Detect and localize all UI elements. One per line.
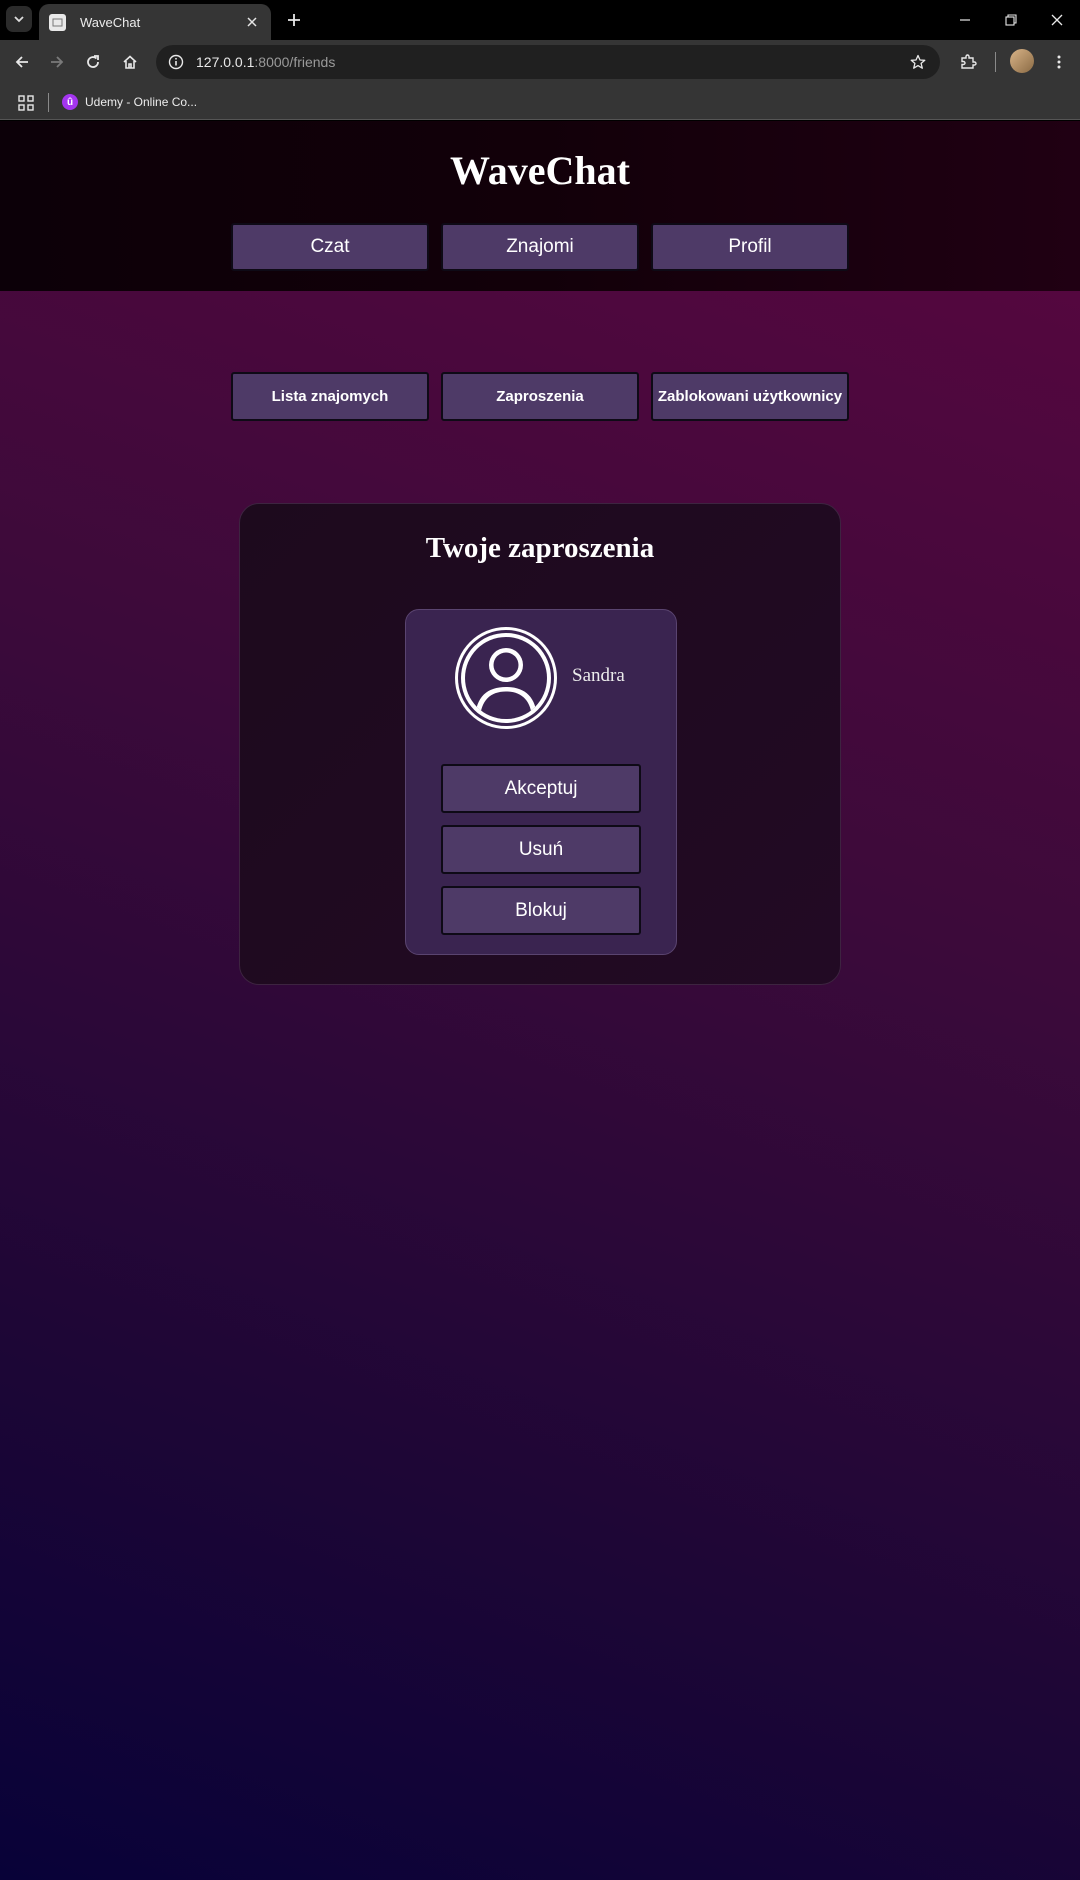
bookmarks-bar: û Udemy - Online Co... <box>0 85 1080 120</box>
invite-actions: Akceptuj Usuń Blokuj <box>441 764 641 935</box>
friends-sub-nav: Lista znajomych Zaproszenia Zablokowani … <box>231 372 849 421</box>
page-favicon-icon <box>49 13 66 31</box>
reload-icon[interactable] <box>80 49 106 75</box>
profile-avatar[interactable] <box>1010 49 1034 73</box>
bookmark-star-icon[interactable] <box>906 50 930 74</box>
restore-icon[interactable] <box>998 8 1024 32</box>
close-tab-icon[interactable] <box>243 13 261 31</box>
minimize-icon[interactable] <box>952 8 978 32</box>
accept-button[interactable]: Akceptuj <box>441 764 641 813</box>
browser-toolbar: 127.0.0.1:8000/friends <box>0 40 1080 85</box>
main-nav: Czat Znajomi Profil <box>231 223 849 271</box>
tab-friends-list[interactable]: Lista znajomych <box>231 372 429 421</box>
apps-grid-icon[interactable] <box>17 94 35 112</box>
tab-search-button[interactable] <box>6 6 32 32</box>
invitations-title: Twoje zaproszenia <box>425 532 655 564</box>
nav-czat-button[interactable]: Czat <box>231 223 429 271</box>
tab-blocked-users[interactable]: Zablokowani użytkownicy <box>651 372 849 421</box>
user-avatar-icon <box>455 627 557 729</box>
kebab-menu-icon[interactable] <box>1046 49 1072 75</box>
invite-sender-name: Sandra <box>572 665 625 686</box>
url-host: 127.0.0.1 <box>196 54 255 70</box>
new-tab-plus-icon[interactable] <box>282 8 306 32</box>
site-header: WaveChat Czat Znajomi Profil <box>0 121 1080 291</box>
site-title: WaveChat <box>450 148 630 193</box>
nav-profil-button[interactable]: Profil <box>651 223 849 271</box>
remove-button[interactable]: Usuń <box>441 825 641 874</box>
close-window-icon[interactable] <box>1044 8 1070 32</box>
page-viewport: WaveChat Czat Znajomi Profil Lista znajo… <box>0 121 1080 1880</box>
address-bar[interactable]: 127.0.0.1:8000/friends <box>156 45 940 79</box>
browser-tab-bar: WaveChat <box>0 0 1080 40</box>
tab-invitations[interactable]: Zaproszenia <box>441 372 639 421</box>
forward-arrow-icon[interactable] <box>44 49 70 75</box>
toolbar-separator <box>995 52 996 72</box>
tab-title: WaveChat <box>80 14 141 30</box>
url-path: :8000/friends <box>254 54 336 70</box>
extensions-puzzle-icon[interactable] <box>955 49 981 75</box>
block-button[interactable]: Blokuj <box>441 886 641 935</box>
invite-card: Sandra Akceptuj Usuń Blokuj <box>405 609 677 955</box>
bookmark-separator <box>48 93 49 112</box>
bookmark-udemy[interactable]: û Udemy - Online Co... <box>62 92 197 112</box>
back-arrow-icon[interactable] <box>9 49 35 75</box>
udemy-logo-icon: û <box>62 94 78 110</box>
chevron-down-icon <box>14 16 24 23</box>
home-icon[interactable] <box>117 49 143 75</box>
bookmark-label: Udemy - Online Co... <box>85 95 198 109</box>
tab-wavechat[interactable]: WaveChat <box>39 4 271 40</box>
site-info-icon[interactable] <box>164 50 188 74</box>
invitations-panel: Twoje zaproszenia Sandra Akceptuj Usuń B… <box>239 503 841 985</box>
url-text: 127.0.0.1:8000/friends <box>196 54 906 70</box>
nav-znajomi-button[interactable]: Znajomi <box>441 223 639 271</box>
